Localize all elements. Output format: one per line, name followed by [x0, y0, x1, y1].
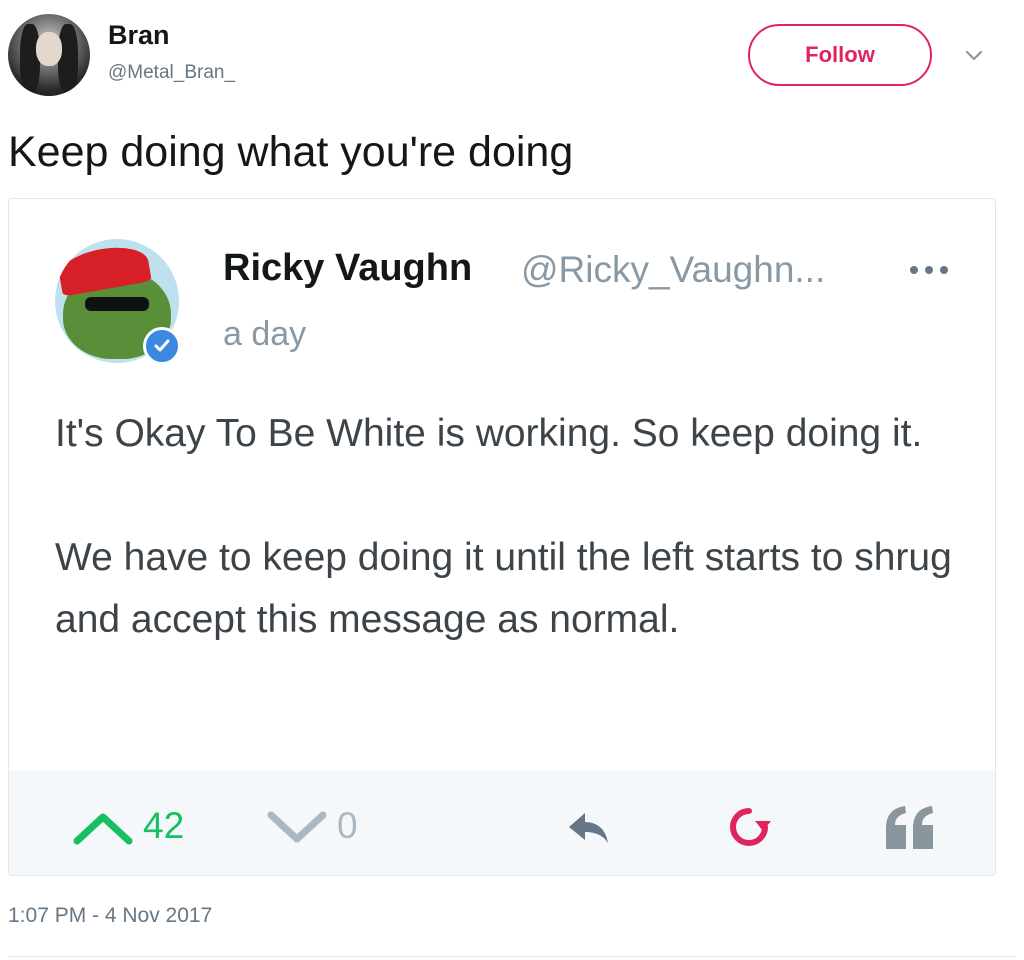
more-options-icon[interactable]	[909, 265, 949, 275]
author-handle[interactable]: @Metal_Bran_	[108, 62, 235, 84]
verified-badge	[143, 327, 181, 365]
downvote-icon[interactable]	[265, 811, 329, 845]
avatar-face	[36, 32, 62, 66]
divider	[8, 956, 1016, 957]
tweet-timestamp[interactable]: 1:07 PM - 4 Nov 2017	[8, 904, 212, 928]
tweet-text: Keep doing what you're doing	[8, 128, 574, 176]
reply-icon[interactable]	[565, 807, 611, 847]
avatar-glasses	[85, 297, 149, 311]
chevron-down-icon[interactable]	[962, 46, 986, 66]
avatar-hair-right	[58, 24, 78, 94]
quoted-tweet-card[interactable]: Ricky Vaughn @Ricky_Vaughn... a day It's…	[8, 198, 996, 876]
author-name[interactable]: Bran	[108, 20, 170, 51]
upvote-count: 42	[143, 805, 185, 846]
quoted-body: It's Okay To Be White is working. So kee…	[55, 403, 955, 713]
author-avatar[interactable]	[8, 14, 90, 96]
quote-icon[interactable]	[883, 803, 937, 853]
downvote-count: 0	[337, 805, 358, 846]
quoted-paragraph: We have to keep doing it until the left …	[55, 536, 952, 641]
action-bar: 42 0	[9, 771, 995, 875]
tweet-header: Bran @Metal_Bran_ Follow	[0, 0, 1024, 110]
quoted-author-name[interactable]: Ricky Vaughn	[223, 247, 472, 290]
quoted-paragraph: It's Okay To Be White is working. So kee…	[55, 412, 923, 455]
upvote-icon[interactable]	[71, 811, 135, 845]
quoted-time[interactable]: a day	[223, 315, 306, 354]
quoted-author-handle[interactable]: @Ricky_Vaughn...	[521, 249, 825, 291]
retweet-icon[interactable]	[725, 803, 773, 851]
checkmark-icon	[154, 339, 170, 352]
follow-button[interactable]: Follow	[748, 24, 932, 86]
